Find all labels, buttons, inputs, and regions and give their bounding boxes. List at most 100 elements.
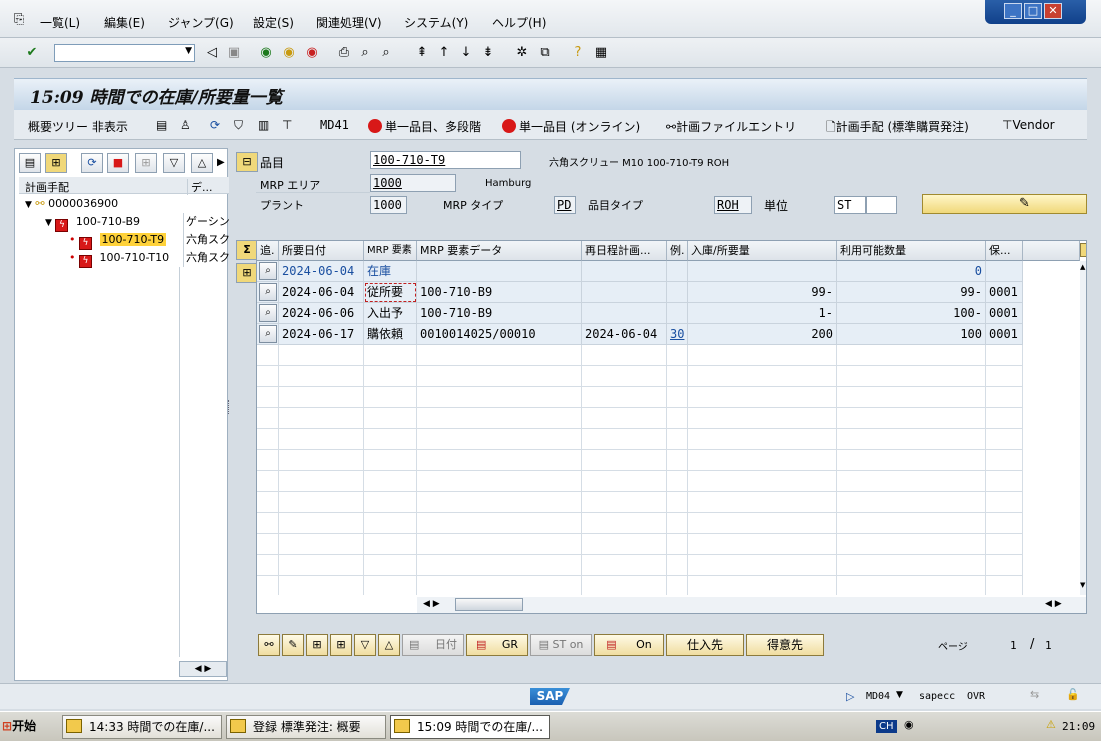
header-detail-button[interactable]: ✎ bbox=[922, 194, 1087, 214]
last-page-icon[interactable]: ⇟ bbox=[480, 45, 496, 61]
refresh-icon[interactable]: ⟳ bbox=[210, 118, 220, 132]
column-config-icon[interactable] bbox=[1080, 243, 1086, 257]
funnel-icon[interactable]: ⊤ bbox=[282, 118, 292, 132]
multi-level-button[interactable]: 単一品目、多段階 bbox=[368, 118, 481, 135]
gr-button[interactable]: ▤ GR bbox=[466, 634, 528, 656]
structure-button[interactable]: ⊞ bbox=[236, 263, 258, 283]
shortcut-icon[interactable]: ⧉ bbox=[537, 45, 553, 61]
print-icon[interactable]: ⎙ bbox=[336, 45, 352, 61]
tree-mrp-button[interactable]: ■ bbox=[107, 153, 129, 173]
menu-environment[interactable]: 関連処理(V) bbox=[316, 14, 382, 31]
menu-help[interactable]: ヘルプ(H) bbox=[492, 14, 546, 31]
col-header-exception[interactable]: 例. bbox=[667, 241, 688, 261]
stock-icon[interactable]: ▤ bbox=[156, 118, 167, 132]
taskbar-item-3[interactable]: 15:09 時間での在庫/... bbox=[390, 715, 550, 739]
detail-icon[interactable]: ⌕ bbox=[259, 325, 277, 343]
back-arrow-icon[interactable]: ◁ bbox=[204, 45, 220, 61]
menu-system[interactable]: システム(Y) bbox=[404, 14, 468, 31]
row-cell-exception[interactable]: 30 bbox=[667, 324, 688, 345]
scroll-right-icon[interactable]: ◀ ▶ bbox=[1045, 599, 1062, 609]
restore-button[interactable]: □ bbox=[1024, 3, 1042, 19]
person-icon[interactable]: ♙ bbox=[180, 118, 191, 132]
help-tray-icon[interactable]: ◉ bbox=[904, 718, 914, 731]
grid-vscrollbar[interactable]: ▲ ▼ bbox=[1080, 261, 1086, 595]
status-expand-icon[interactable]: ▷ bbox=[846, 690, 854, 703]
detail-icon[interactable]: ⌕ bbox=[259, 304, 277, 322]
col-header-reschedule[interactable]: 再日程計画... bbox=[582, 241, 667, 261]
col-header-receipt-qty[interactable]: 入庫/所要量 bbox=[688, 241, 837, 261]
date-button[interactable]: ▤ 日付 bbox=[402, 634, 464, 656]
close-button[interactable]: ✕ bbox=[1044, 3, 1062, 19]
row-cell-element[interactable]: 従所要 bbox=[364, 282, 417, 303]
menu-edit[interactable]: 編集(E) bbox=[104, 14, 145, 31]
first-page-icon[interactable]: ⇞ bbox=[414, 45, 430, 61]
tree-toggle-button[interactable]: 概要ツリー 非表示 bbox=[28, 118, 128, 135]
scroll-down-icon[interactable]: ▼ bbox=[1080, 581, 1085, 589]
menu-settings[interactable]: 設定(S) bbox=[253, 14, 294, 31]
tree-row-b9[interactable]: ▼ ϟ 100-710-B9 ゲーシン bbox=[19, 213, 229, 232]
tree-expand-button[interactable]: ▤ bbox=[19, 153, 41, 173]
cancel-icon[interactable]: ◉ bbox=[304, 45, 320, 61]
filter-down-button[interactable]: ▽ bbox=[354, 634, 376, 656]
enter-icon[interactable]: ✔ bbox=[24, 45, 40, 61]
find-icon[interactable]: ⌕ bbox=[357, 45, 373, 61]
grid-hscrollbar[interactable]: ◀ ▶ ◀ ▶ bbox=[417, 597, 1086, 613]
material-change-button[interactable]: ⊟ bbox=[236, 152, 258, 172]
tree-refresh-button[interactable]: ⟳ bbox=[81, 153, 103, 173]
scroll-thumb[interactable] bbox=[455, 598, 523, 611]
layout-icon[interactable]: ▦ bbox=[593, 45, 609, 61]
collapse-icon[interactable]: ▼ bbox=[45, 218, 52, 228]
tree-filter-button[interactable]: ▽ bbox=[163, 153, 185, 173]
language-indicator[interactable]: CH bbox=[876, 720, 897, 733]
online-button[interactable]: 単一品目 (オンライン) bbox=[502, 118, 640, 135]
scroll-left-icon[interactable]: ◀ ▶ bbox=[423, 599, 440, 609]
new-session-icon[interactable]: ✲ bbox=[514, 45, 530, 61]
col-header-element[interactable]: MRP 要素 bbox=[364, 241, 417, 261]
col-header-add[interactable]: 追. bbox=[257, 241, 279, 261]
vendor-bottom-button[interactable]: 仕入先 bbox=[666, 634, 744, 656]
tree-more-icon[interactable]: ▶ bbox=[217, 157, 225, 168]
tree-structure-button[interactable]: ⊞ bbox=[135, 153, 157, 173]
col-header-available[interactable]: 利用可能数量 bbox=[837, 241, 986, 261]
calc-icon[interactable]: ▥ bbox=[258, 118, 269, 132]
taskbar-item-1[interactable]: 14:33 時間での在庫/... bbox=[62, 715, 222, 739]
structure-button-2[interactable]: ⊞ bbox=[306, 634, 328, 656]
planning-file-button[interactable]: ⚯計画ファイルエントリ bbox=[666, 118, 796, 135]
splitter[interactable] bbox=[228, 400, 231, 414]
command-field[interactable]: ▼ bbox=[54, 44, 195, 62]
minimize-button[interactable]: _ bbox=[1004, 3, 1022, 19]
menu-goto[interactable]: ジャンプ(G) bbox=[168, 14, 234, 31]
structure-button-3[interactable]: ⊞ bbox=[330, 634, 352, 656]
find-next-icon[interactable]: ⌕ bbox=[378, 45, 394, 61]
tree-hierarchy-button[interactable]: ⊞ bbox=[45, 153, 67, 173]
tree-hscrollbar[interactable]: ◀ ▶ bbox=[179, 661, 227, 677]
col-header-sloc[interactable]: 保... bbox=[986, 241, 1023, 261]
taskbar-item-2[interactable]: 登録 標準発注: 概要 bbox=[226, 715, 386, 739]
col-header-date[interactable]: 所要日付 bbox=[279, 241, 364, 261]
customer-button[interactable]: 得意先 bbox=[746, 634, 824, 656]
menu-icon[interactable]: ⎘ bbox=[14, 12, 24, 27]
md41-button[interactable]: MD41 bbox=[320, 118, 349, 132]
next-page-icon[interactable]: ↓ bbox=[458, 45, 474, 61]
back-icon[interactable]: ◉ bbox=[258, 45, 274, 61]
filter-icon[interactable]: ⛉ bbox=[234, 118, 243, 133]
tree-row-t10[interactable]: • ϟ 100-710-T10 六角スク bbox=[19, 249, 229, 268]
st-on-button[interactable]: ▤ ST on bbox=[530, 634, 592, 656]
sum-button[interactable]: Σ bbox=[236, 240, 258, 260]
vendor-button[interactable]: ⊤Vendor bbox=[1002, 118, 1055, 132]
tree-up-button[interactable]: △ bbox=[191, 153, 213, 173]
scroll-up-icon[interactable]: ▲ bbox=[1080, 263, 1085, 271]
tree-row-t9[interactable]: • ϟ 100-710-T9 六角スク bbox=[19, 231, 229, 250]
on-button[interactable]: ▤ On bbox=[594, 634, 664, 656]
prev-page-icon[interactable]: ↑ bbox=[436, 45, 452, 61]
material-field[interactable]: 100-710-T9 bbox=[370, 151, 521, 169]
glasses-button[interactable]: ⚯ bbox=[258, 634, 280, 656]
detail-icon[interactable]: ⌕ bbox=[259, 262, 277, 280]
start-button[interactable]: ⊞开始 bbox=[2, 715, 48, 739]
collapse-icon[interactable]: ▼ bbox=[25, 200, 32, 210]
status-dropdown-icon[interactable]: ▼ bbox=[896, 690, 903, 700]
col-header-element-data[interactable]: MRP 要素データ bbox=[417, 241, 582, 261]
procurement-button[interactable]: 🗋計画手配 (標準購買発注) bbox=[826, 118, 969, 139]
filter-up-button[interactable]: △ bbox=[378, 634, 400, 656]
tree-row-root[interactable]: ▼ ⚯ 0000036900 bbox=[19, 195, 229, 213]
